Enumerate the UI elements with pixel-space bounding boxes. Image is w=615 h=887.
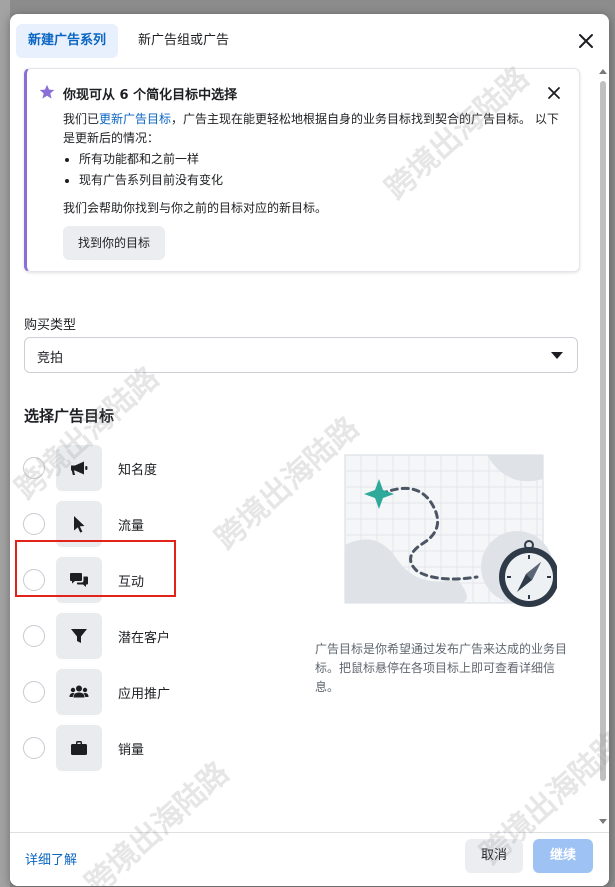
- tab-new-ad-set-or-ad[interactable]: 新广告组或广告: [126, 24, 241, 58]
- objective-icon-box: [56, 613, 102, 659]
- notice-bullets: 所有功能都和之前一样 现有广告系列目前没有变化: [63, 149, 223, 191]
- dialog-content: 你现可从 6 个简化目标中选择 我们已更新广告目标，广告主现在能更轻松地根据自身…: [10, 64, 599, 832]
- buying-type-value: 竞拍: [37, 351, 64, 366]
- notice-close-icon[interactable]: [547, 86, 561, 100]
- scroll-down-icon[interactable]: [599, 819, 607, 824]
- objective-icon-box: [56, 669, 102, 715]
- notice-body: 我们已更新广告目标，广告主现在能更轻松地根据自身的业务目标找到契合的广告目标。 …: [63, 110, 563, 148]
- objective-label: 销量: [118, 743, 145, 758]
- objective-icon-box: [56, 445, 102, 491]
- objective-label: 应用推广: [118, 687, 171, 702]
- find-objective-button[interactable]: 找到你的目标: [63, 226, 166, 260]
- close-icon[interactable]: [577, 32, 595, 50]
- notice-body-prefix: 我们已: [63, 112, 100, 126]
- notice-title: 你现可从 6 个简化目标中选择: [63, 88, 238, 103]
- buying-type-select[interactable]: 竞拍: [24, 337, 578, 373]
- map-compass-illustration: [344, 454, 557, 607]
- objective-section-title: 选择广告目标: [24, 407, 115, 425]
- star-icon: [39, 84, 55, 99]
- objective-label: 知名度: [118, 463, 158, 478]
- objective-icon-box: [56, 725, 102, 771]
- objective-option-awareness[interactable]: 知名度: [22, 444, 222, 492]
- objective-label: 流量: [118, 519, 145, 534]
- objective-label: 潜在客户: [118, 631, 171, 646]
- objective-radio[interactable]: [23, 457, 45, 479]
- dialog-scrollbar[interactable]: [599, 69, 607, 824]
- people-icon: [69, 685, 89, 698]
- highlight-annotation-box: [15, 540, 176, 597]
- cursor-icon: [74, 516, 85, 533]
- background-page-left: [0, 0, 10, 887]
- notice-bullet: 所有功能都和之前一样: [79, 149, 223, 170]
- objective-radio[interactable]: [23, 737, 45, 759]
- continue-button[interactable]: 继续: [533, 839, 593, 873]
- objective-radio[interactable]: [23, 625, 45, 647]
- objective-radio[interactable]: [23, 513, 45, 535]
- objective-description: 广告目标是你希望通过发布广告来达成的业务目标。把鼠标悬停在各项目标上即可查看详细…: [315, 642, 568, 694]
- objective-option-app-promotion[interactable]: 应用推广: [22, 668, 222, 716]
- briefcase-icon: [71, 741, 87, 755]
- funnel-icon: [71, 629, 87, 643]
- dialog-footer: 详细了解 取消 继续: [10, 832, 609, 886]
- dialog-tabs: 新建广告系列 新广告组或广告: [16, 24, 241, 58]
- buying-type-label: 购买类型: [24, 318, 77, 333]
- notice-bullet: 现有广告系列目前没有变化: [79, 170, 223, 191]
- caret-down-icon: [551, 352, 563, 359]
- notice-body-2: 我们会帮助你找到与你之前的目标对应的新目标。: [63, 201, 328, 215]
- objectives-update-notice: 你现可从 6 个简化目标中选择 我们已更新广告目标，广告主现在能更轻松地根据自身…: [24, 68, 580, 272]
- scrollbar-thumb[interactable]: [600, 81, 606, 781]
- objective-option-leads[interactable]: 潜在客户: [22, 612, 222, 660]
- update-objectives-link[interactable]: 更新广告目标: [99, 112, 171, 126]
- cancel-button[interactable]: 取消: [465, 839, 524, 873]
- tab-new-campaign[interactable]: 新建广告系列: [16, 24, 119, 58]
- new-campaign-dialog: 新建广告系列 新广告组或广告 你现可从 6 个简化目标中选择 我们已更新广告目标…: [10, 14, 609, 886]
- objective-option-sales[interactable]: 销量: [22, 724, 222, 772]
- megaphone-icon: [71, 461, 88, 475]
- scroll-up-icon[interactable]: [599, 69, 607, 74]
- objective-radio[interactable]: [23, 681, 45, 703]
- learn-more-link[interactable]: 详细了解: [25, 849, 77, 868]
